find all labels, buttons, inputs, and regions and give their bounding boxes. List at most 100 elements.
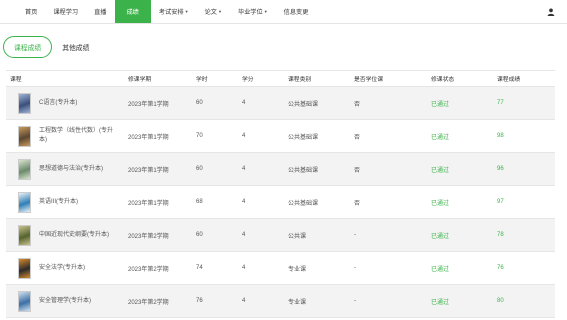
term-cell: 2023年第2学期 <box>124 251 192 285</box>
term-cell: 2023年第1学期 <box>124 152 192 186</box>
category-cell: 专业课 <box>284 284 350 318</box>
course-name[interactable]: C语言(专升本) <box>39 99 117 108</box>
table-row[interactable]: 思想道德与法治(专升本) 2023年第1学期 60 4 公共基础课否已通过 96 <box>6 152 555 186</box>
nav-item-label: 考试安排 <box>158 9 184 16</box>
nav-item-label: 信息变更 <box>283 9 309 16</box>
credit-cell: 4 <box>238 86 284 120</box>
user-icon[interactable] <box>547 8 555 16</box>
course-name[interactable]: 中国近现代史纲要(专升本) <box>39 231 117 240</box>
hours-cell: 60 <box>192 218 238 252</box>
degree-cell: 否 <box>350 152 427 186</box>
score-cell: 76 <box>493 251 555 285</box>
header-degree: 是否学位课 <box>350 70 427 87</box>
course-cover-image[interactable] <box>18 125 31 147</box>
category-cell: 公共课 <box>284 218 350 252</box>
course-cell: 安全管理学(专升本) <box>6 284 124 318</box>
table-body: C语言(专升本) 2023年第1学期 60 4 公共基础课否已通过 77 工程数学（线性代数… <box>6 86 555 318</box>
course: 安全法学(专升本) <box>10 257 124 279</box>
degree-cell: 否 <box>350 185 427 219</box>
nav-item-label: 首页 <box>25 9 38 16</box>
score-cell: 98 <box>493 119 555 153</box>
course-cover-image[interactable] <box>18 224 31 246</box>
hours-cell: 68 <box>192 185 238 219</box>
score-cell: 80 <box>493 284 555 318</box>
table-row[interactable]: 安全管理学(专升本) 2023年第2学期 76 4 专业课 - 已通过 80 <box>6 284 555 318</box>
course-name[interactable]: 安全法学(专升本) <box>39 264 117 273</box>
header-status: 修课状态 <box>427 70 493 87</box>
term-cell: 2023年第1学期 <box>124 185 192 219</box>
course: 思想道德与法治(专升本) <box>10 158 124 180</box>
course-cover-image[interactable] <box>18 158 31 180</box>
course-cell: 中国近现代史纲要(专升本) <box>6 218 124 252</box>
credit-cell: 4 <box>238 152 284 186</box>
nav-item[interactable]: 直播 <box>86 0 114 23</box>
score-table: 课程 修课学期 学时 学分 课程类别 是否学位课 修课状态 课程成绩 C语言(专… <box>6 70 555 318</box>
credit-cell: 4 <box>238 251 284 285</box>
course-cover-image[interactable] <box>18 92 31 114</box>
category-cell: 公共基础课 <box>284 185 350 219</box>
credit-cell: 4 <box>238 119 284 153</box>
table-row[interactable]: C语言(专升本) 2023年第1学期 60 4 公共基础课否已通过 77 <box>6 86 555 120</box>
nav-item[interactable]: 论文 ▼ <box>197 0 230 23</box>
nav-item[interactable]: 毕业学位 ▼ <box>230 0 276 23</box>
degree-cell: - <box>350 284 427 318</box>
status-cell: 已通过 <box>427 119 493 153</box>
tab-course-scores[interactable]: 课程成绩 <box>3 36 53 58</box>
table-header-row: 课程 修课学期 学时 学分 课程类别 是否学位课 修课状态 课程成绩 <box>6 70 555 87</box>
term-cell: 2023年第1学期 <box>124 119 192 153</box>
course-cell: 工程数学（线性代数）(专升本) <box>6 119 124 153</box>
course-name[interactable]: 安全管理学(专升本) <box>39 297 117 306</box>
hours-cell: 76 <box>192 284 238 318</box>
nav-items: 首页 课程学习 直播 成绩 考试安排 ▼ 论文 ▼ 毕业学位 ▼ 信息变更 <box>0 0 316 23</box>
hours-cell: 70 <box>192 119 238 153</box>
nav-item[interactable]: 成绩 <box>114 0 151 23</box>
nav-item-label: 成绩 <box>126 9 139 16</box>
credit-cell: 4 <box>238 218 284 252</box>
header-credit: 学分 <box>238 70 284 87</box>
term-cell: 2023年第1学期 <box>124 86 192 120</box>
table-row[interactable]: 中国近现代史纲要(专升本) 2023年第2学期 60 4 公共课 - 已通过 78 <box>6 218 555 252</box>
term-cell: 2023年第2学期 <box>124 284 192 318</box>
table-row[interactable]: 工程数学（线性代数）(专升本) 2023年第1学期 70 4 公共基础课否已通过 98 <box>6 119 555 153</box>
status-cell: 已通过 <box>427 86 493 120</box>
score-cell: 78 <box>493 218 555 252</box>
nav-item[interactable]: 考试安排 ▼ <box>151 0 197 23</box>
course-cell: 思想道德与法治(专升本) <box>6 152 124 186</box>
degree-cell: 否 <box>350 86 427 120</box>
course-cover-image[interactable] <box>18 290 31 312</box>
category-cell: 公共基础课 <box>284 152 350 186</box>
course: 工程数学（线性代数）(专升本) <box>10 125 124 147</box>
category-cell: 公共基础课 <box>284 86 350 120</box>
tab-other-scores[interactable]: 其他成绩 <box>54 36 97 58</box>
score-cell: 96 <box>493 152 555 186</box>
table-row[interactable]: 安全法学(专升本) 2023年第2学期 74 4 专业课 - 已通过 76 <box>6 251 555 285</box>
course-name[interactable]: 英语III(专升本) <box>39 198 117 207</box>
course-name[interactable]: 思想道德与法治(专升本) <box>39 165 117 174</box>
score-table-container: 课程 修课学期 学时 学分 课程类别 是否学位课 修课状态 课程成绩 C语言(专… <box>6 70 555 318</box>
nav-item[interactable]: 首页 <box>17 0 45 23</box>
course-cover-image[interactable] <box>18 257 31 279</box>
header-score: 课程成绩 <box>493 70 555 87</box>
course-cover-image[interactable] <box>18 191 31 213</box>
table-row[interactable]: 英语III(专升本) 2023年第1学期 68 4 公共基础课否已通过 97 <box>6 185 555 219</box>
status-cell: 已通过 <box>427 218 493 252</box>
course-cell: C语言(专升本) <box>6 86 124 120</box>
nav-item-label: 课程学习 <box>53 9 79 16</box>
caret-down-icon: ▼ <box>184 9 189 14</box>
status-cell: 已通过 <box>427 185 493 219</box>
course: 中国近现代史纲要(专升本) <box>10 224 124 246</box>
header-course: 课程 <box>6 70 124 87</box>
nav-item-label: 论文 <box>204 9 217 16</box>
course-name[interactable]: 工程数学（线性代数）(专升本) <box>39 127 117 145</box>
category-cell: 专业课 <box>284 251 350 285</box>
nav-item[interactable]: 信息变更 <box>276 0 317 23</box>
header-term: 修课学期 <box>124 70 192 87</box>
credit-cell: 4 <box>238 185 284 219</box>
score-cell: 77 <box>493 86 555 120</box>
nav-item[interactable]: 课程学习 <box>45 0 86 23</box>
caret-down-icon: ▼ <box>263 9 268 14</box>
score-tabs: 课程成绩 其他成绩 <box>0 24 567 70</box>
hours-cell: 60 <box>192 86 238 120</box>
hours-cell: 60 <box>192 152 238 186</box>
header-category: 课程类别 <box>284 70 350 87</box>
